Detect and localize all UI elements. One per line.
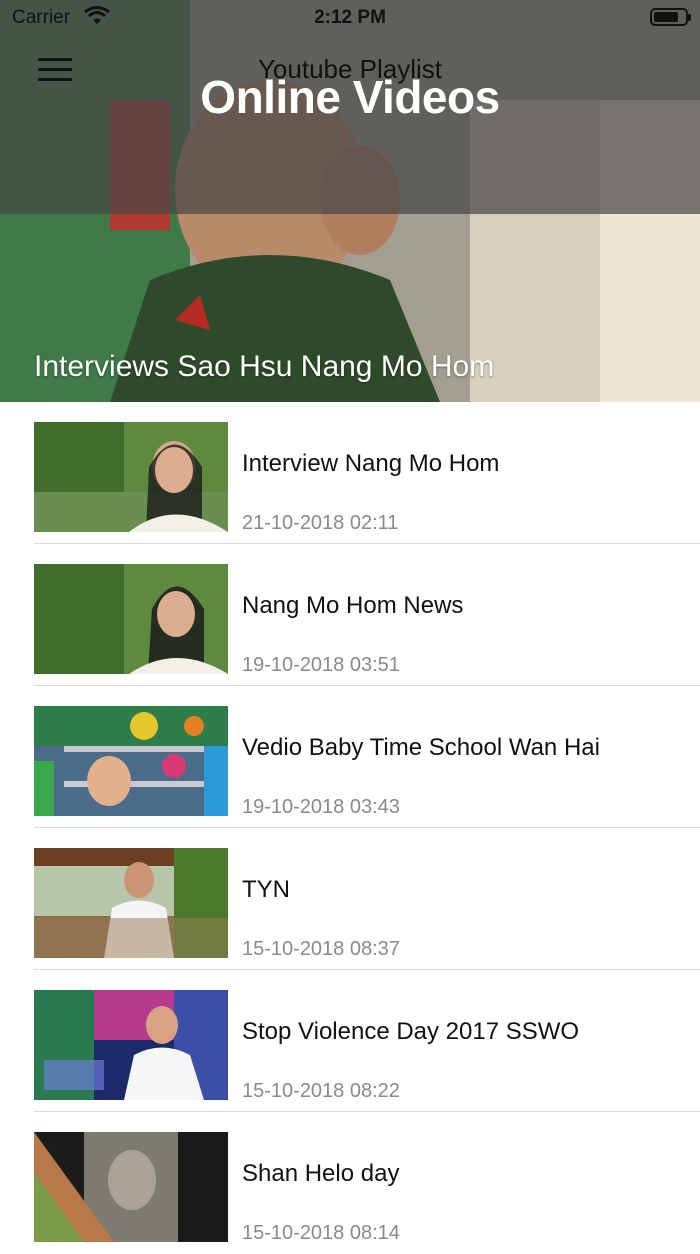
video-date: 15-10-2018 08:37	[242, 938, 400, 960]
video-list-item[interactable]: Nang Mo Hom News 19-10-2018 03:51	[0, 544, 700, 686]
video-thumbnail	[34, 848, 228, 958]
video-title: Interview Nang Mo Hom	[242, 450, 500, 477]
online-videos-title: Online Videos	[200, 71, 500, 123]
video-list: Interview Nang Mo Hom 21-10-2018 02:11 N…	[0, 402, 700, 1254]
video-title: Vedio Baby Time School Wan Hai	[242, 734, 600, 761]
video-title: TYN	[242, 876, 290, 903]
video-list-item[interactable]: TYN 15-10-2018 08:37	[0, 828, 700, 970]
clock: 2:12 PM	[314, 7, 386, 28]
video-list-item[interactable]: Vedio Baby Time School Wan Hai 19-10-201…	[0, 686, 700, 828]
video-title: Nang Mo Hom News	[242, 592, 464, 619]
video-list-item[interactable]: Stop Violence Day 2017 SSWO 15-10-2018 0…	[0, 970, 700, 1112]
featured-video-hero[interactable]: Carrier 2:12 PM Youtube Playlist Online …	[0, 0, 700, 402]
video-thumbnail	[34, 990, 228, 1100]
video-date: 15-10-2018 08:14	[242, 1222, 400, 1244]
video-thumbnail	[34, 1132, 228, 1242]
video-date: 21-10-2018 02:11	[242, 512, 399, 534]
video-date: 19-10-2018 03:43	[242, 796, 400, 818]
video-title: Shan Helo day	[242, 1160, 400, 1187]
video-date: 15-10-2018 08:22	[242, 1080, 400, 1102]
video-thumbnail	[34, 422, 228, 532]
featured-video-caption: Interviews Sao Hsu Nang Mo Hom	[34, 350, 495, 383]
video-list-item[interactable]: Interview Nang Mo Hom 21-10-2018 02:11	[0, 402, 700, 544]
video-list-item[interactable]: Shan Helo day 15-10-2018 08:14	[0, 1112, 700, 1254]
video-thumbnail	[34, 564, 228, 674]
video-title: Stop Violence Day 2017 SSWO	[242, 1018, 580, 1045]
video-thumbnail	[34, 706, 228, 816]
video-date: 19-10-2018 03:51	[242, 654, 400, 676]
status-bar: Carrier 2:12 PM	[0, 0, 700, 36]
battery-icon	[650, 8, 691, 26]
